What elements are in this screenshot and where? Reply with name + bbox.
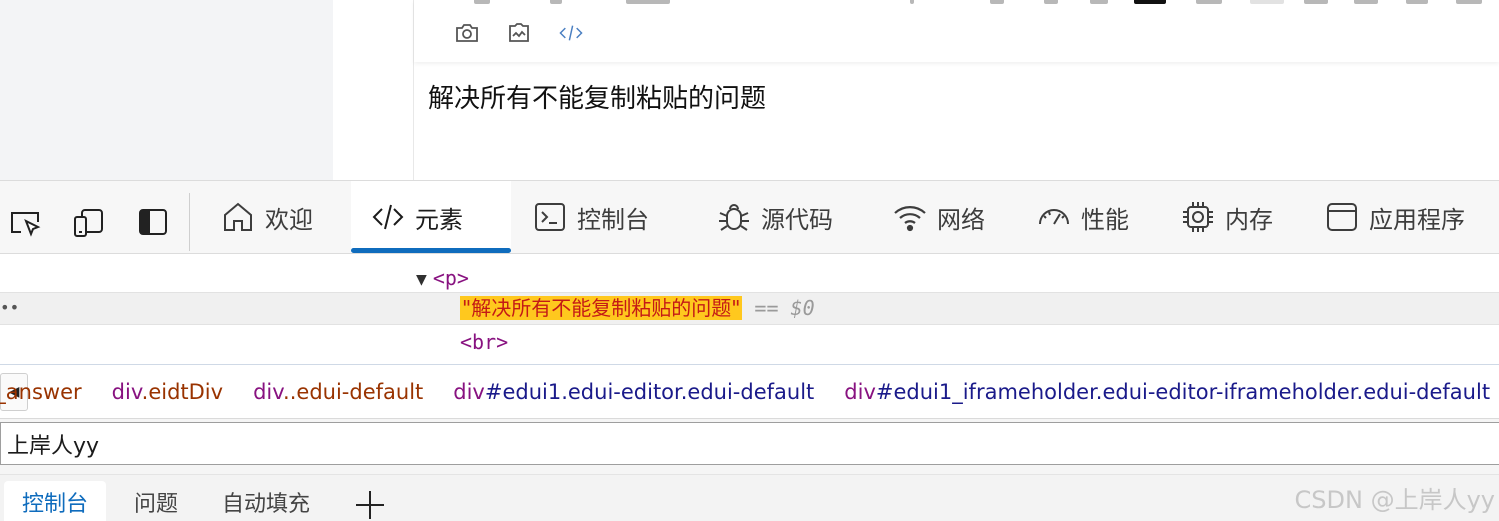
page-left-column — [0, 0, 333, 180]
elements-breadcrumb: ◀ n_answer div.eidtDiv div..edui-default… — [0, 364, 1499, 419]
code-brackets-icon — [371, 200, 405, 234]
breadcrumb-item[interactable]: n_answer — [0, 380, 82, 404]
tab-application-label: 应用程序 — [1369, 205, 1465, 234]
toolbar-row-clipped — [454, 0, 1494, 6]
tab-elements[interactable]: 元素 — [351, 181, 511, 253]
devtools-toolbar: 欢迎 元素 控制台 源代码 网络 性能 内存 应用程序 — [0, 180, 1499, 254]
camera-icon[interactable] — [454, 20, 480, 46]
tab-network-label: 网络 — [937, 205, 985, 234]
tab-performance[interactable]: 性能 — [1037, 181, 1129, 253]
row-more-menu-icon[interactable]: •• — [0, 293, 19, 323]
toolbar-separator — [189, 193, 190, 251]
watermark-text: CSDN @上岸人yy — [1294, 486, 1495, 514]
tab-sources-label: 源代码 — [761, 205, 833, 234]
dock-side-icon[interactable] — [136, 205, 170, 239]
tab-elements-label: 元素 — [415, 205, 463, 234]
gauge-icon — [1037, 200, 1071, 234]
dom-text-node[interactable]: "解决所有不能复制粘贴的问题" == $0 — [460, 293, 815, 325]
breadcrumb-items: n_answer div.eidtDiv div..edui-default d… — [0, 365, 1499, 418]
console-icon — [533, 200, 567, 234]
device-emulation-icon[interactable] — [72, 205, 106, 239]
dom-node-p[interactable]: ▼ <p> — [416, 262, 469, 294]
code-icon[interactable] — [558, 20, 584, 46]
text-node-value: "解决所有不能复制粘贴的问题" — [460, 296, 743, 320]
inspect-element-icon[interactable] — [8, 205, 42, 239]
wifi-icon — [893, 200, 927, 234]
tab-application[interactable]: 应用程序 — [1325, 181, 1465, 253]
clipped-dom-line — [600, 254, 1200, 256]
web-page-area: 解决所有不能复制粘贴的问题 — [0, 0, 1499, 180]
rich-editor-toolbar — [414, 0, 1499, 62]
drawer-tabstrip: 控制台 问题 自动填充 — [0, 474, 1499, 521]
selected-marker: == $0 — [754, 296, 815, 320]
breadcrumb-item[interactable]: div#edui1.edui-editor.edui-default — [453, 380, 814, 404]
tab-sources[interactable]: 源代码 — [717, 181, 833, 253]
dom-node-br[interactable]: <br> — [460, 326, 508, 358]
tab-performance-label: 性能 — [1081, 205, 1129, 234]
tab-welcome[interactable]: 欢迎 — [221, 181, 313, 253]
p-tag: <p> — [432, 266, 469, 290]
drawer-tab-issues[interactable]: 问题 — [116, 481, 196, 521]
expand-triangle-icon[interactable]: ▼ — [416, 269, 427, 290]
tab-console-label: 控制台 — [577, 205, 649, 234]
breadcrumb-item[interactable]: div#edui1_iframeholder.edui-editor-ifram… — [844, 380, 1490, 404]
tab-network[interactable]: 网络 — [893, 181, 985, 253]
find-bar — [0, 419, 1499, 474]
br-tag: <br> — [460, 330, 509, 354]
editor-content-text[interactable]: 解决所有不能复制粘贴的问题 — [428, 78, 766, 115]
signature-icon[interactable] — [506, 20, 532, 46]
tab-welcome-label: 欢迎 — [265, 205, 313, 234]
add-tool-button[interactable] — [354, 489, 386, 521]
selected-dom-row[interactable]: •• "解决所有不能复制粘贴的问题" == $0 — [0, 292, 1499, 325]
bug-icon — [717, 200, 751, 234]
drawer-tab-autofill[interactable]: 自动填充 — [204, 481, 328, 521]
tab-console[interactable]: 控制台 — [533, 181, 649, 253]
app-window-icon — [1325, 200, 1359, 234]
drawer-tab-console[interactable]: 控制台 — [4, 481, 107, 521]
breadcrumb-item[interactable]: div.eidtDiv — [112, 380, 223, 404]
tab-memory-label: 内存 — [1225, 205, 1273, 234]
plus-icon — [356, 491, 384, 519]
search-input[interactable] — [0, 422, 1499, 465]
home-icon — [221, 200, 255, 234]
tab-memory[interactable]: 内存 — [1181, 181, 1273, 253]
dom-tree-panel: ▼ <p> •• "解决所有不能复制粘贴的问题" == $0 <br> — [0, 254, 1499, 364]
breadcrumb-item[interactable]: div..edui-default — [253, 380, 423, 404]
chip-icon — [1181, 200, 1215, 234]
